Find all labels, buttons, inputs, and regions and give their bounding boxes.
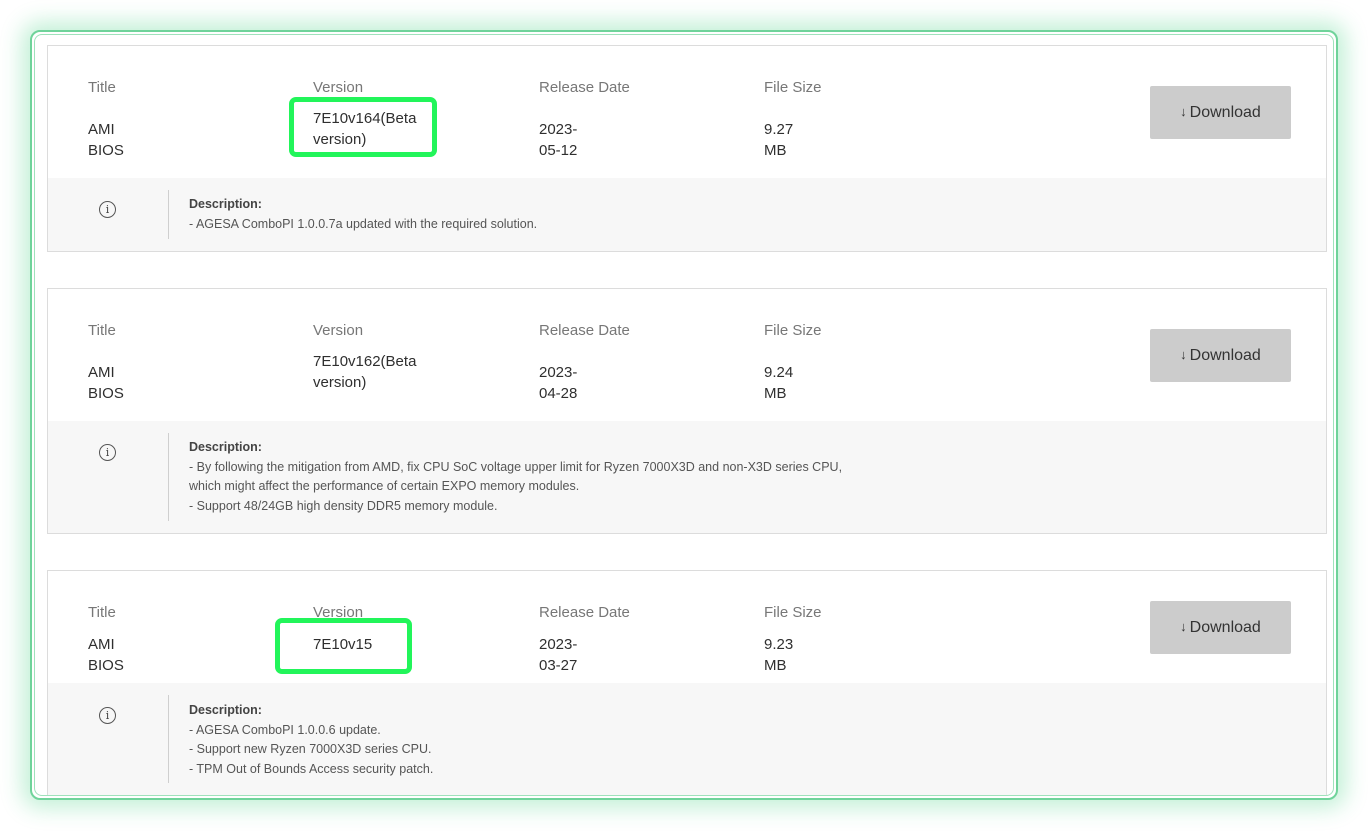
description-text: Description: - AGESA ComboPI 1.0.0.6 upd… bbox=[189, 701, 433, 779]
release-date-value: 2023-05-12 bbox=[539, 121, 578, 159]
release-date-label: Release Date bbox=[539, 322, 630, 339]
file-size-label: File Size bbox=[764, 322, 822, 339]
file-size-label: File Size bbox=[764, 79, 822, 96]
description-line: - TPM Out of Bounds Access security patc… bbox=[189, 761, 434, 776]
info-icon: i bbox=[99, 707, 116, 724]
description-text: Description: - AGESA ComboPI 1.0.0.7a up… bbox=[189, 195, 537, 234]
title-label: Title bbox=[88, 604, 116, 621]
description-line: - AGESA ComboPI 1.0.0.7a updated with th… bbox=[189, 216, 538, 231]
description-line: - Support new Ryzen 7000X3D series CPU. bbox=[189, 742, 432, 757]
description-title: Description: bbox=[189, 197, 262, 211]
description-divider bbox=[168, 433, 169, 521]
info-icon: i bbox=[99, 201, 116, 218]
title-value: AMI BIOS bbox=[88, 364, 124, 402]
download-button-label: Download bbox=[1189, 618, 1261, 636]
release-date-label: Release Date bbox=[539, 79, 630, 96]
version-highlight-box bbox=[289, 97, 437, 157]
download-card-summary: Title AMI BIOS Version 7E10v162(Beta ver… bbox=[48, 289, 1326, 422]
download-card-summary: Title AMI BIOS Version 7E10v15 Release D… bbox=[48, 571, 1326, 683]
download-button[interactable]: ↓ Download bbox=[1150, 86, 1291, 139]
download-button-label: Download bbox=[1189, 103, 1261, 121]
download-list: Title AMI BIOS Version 7E10v164(Beta ver… bbox=[34, 34, 1334, 796]
release-date-value: 2023-03-27 bbox=[539, 636, 578, 674]
version-value: 7E10v162(Beta version) bbox=[313, 353, 417, 391]
description-title: Description: bbox=[189, 703, 262, 717]
description-panel: i Description: - By following the mitiga… bbox=[48, 421, 1326, 533]
description-line: - AGESA ComboPI 1.0.0.6 update. bbox=[189, 722, 381, 737]
release-date-value: 2023-04-28 bbox=[539, 364, 578, 402]
description-line: which might affect the performance of ce… bbox=[189, 479, 580, 494]
screenshot-frame: Title AMI BIOS Version 7E10v164(Beta ver… bbox=[30, 30, 1338, 800]
download-button[interactable]: ↓ Download bbox=[1150, 601, 1291, 654]
description-line: - By following the mitigation from AMD, … bbox=[189, 459, 843, 474]
arrow-down-icon: ↓ bbox=[1180, 347, 1187, 362]
description-divider bbox=[168, 190, 169, 239]
info-icon: i bbox=[99, 444, 116, 461]
title-value: AMI BIOS bbox=[88, 636, 124, 674]
download-card-summary: Title AMI BIOS Version 7E10v164(Beta ver… bbox=[48, 46, 1326, 179]
file-size-value: 9.27 MB bbox=[764, 121, 794, 159]
download-button-label: Download bbox=[1189, 346, 1261, 364]
title-label: Title bbox=[88, 322, 116, 339]
file-size-value: 9.23 MB bbox=[764, 636, 794, 674]
download-card: Title AMI BIOS Version 7E10v15 Release D… bbox=[47, 570, 1327, 795]
version-label: Version bbox=[313, 322, 364, 339]
description-title: Description: bbox=[189, 440, 262, 454]
file-size-value: 9.24 MB bbox=[764, 364, 794, 402]
arrow-down-icon: ↓ bbox=[1180, 619, 1187, 634]
release-date-label: Release Date bbox=[539, 604, 630, 621]
description-text: Description: - By following the mitigati… bbox=[189, 438, 842, 516]
version-label: Version bbox=[313, 79, 364, 96]
description-panel: i Description: - AGESA ComboPI 1.0.0.6 u… bbox=[48, 683, 1326, 795]
file-size-label: File Size bbox=[764, 604, 822, 621]
title-label: Title bbox=[88, 79, 116, 96]
download-card: Title AMI BIOS Version 7E10v162(Beta ver… bbox=[47, 288, 1327, 534]
arrow-down-icon: ↓ bbox=[1180, 104, 1187, 119]
download-button[interactable]: ↓ Download bbox=[1150, 329, 1291, 382]
description-panel: i Description: - AGESA ComboPI 1.0.0.7a … bbox=[48, 178, 1326, 251]
version-highlight-box bbox=[275, 618, 412, 674]
description-divider bbox=[168, 695, 169, 783]
title-value: AMI BIOS bbox=[88, 121, 124, 159]
description-line: - Support 48/24GB high density DDR5 memo… bbox=[189, 498, 498, 513]
download-card: Title AMI BIOS Version 7E10v164(Beta ver… bbox=[47, 45, 1327, 252]
